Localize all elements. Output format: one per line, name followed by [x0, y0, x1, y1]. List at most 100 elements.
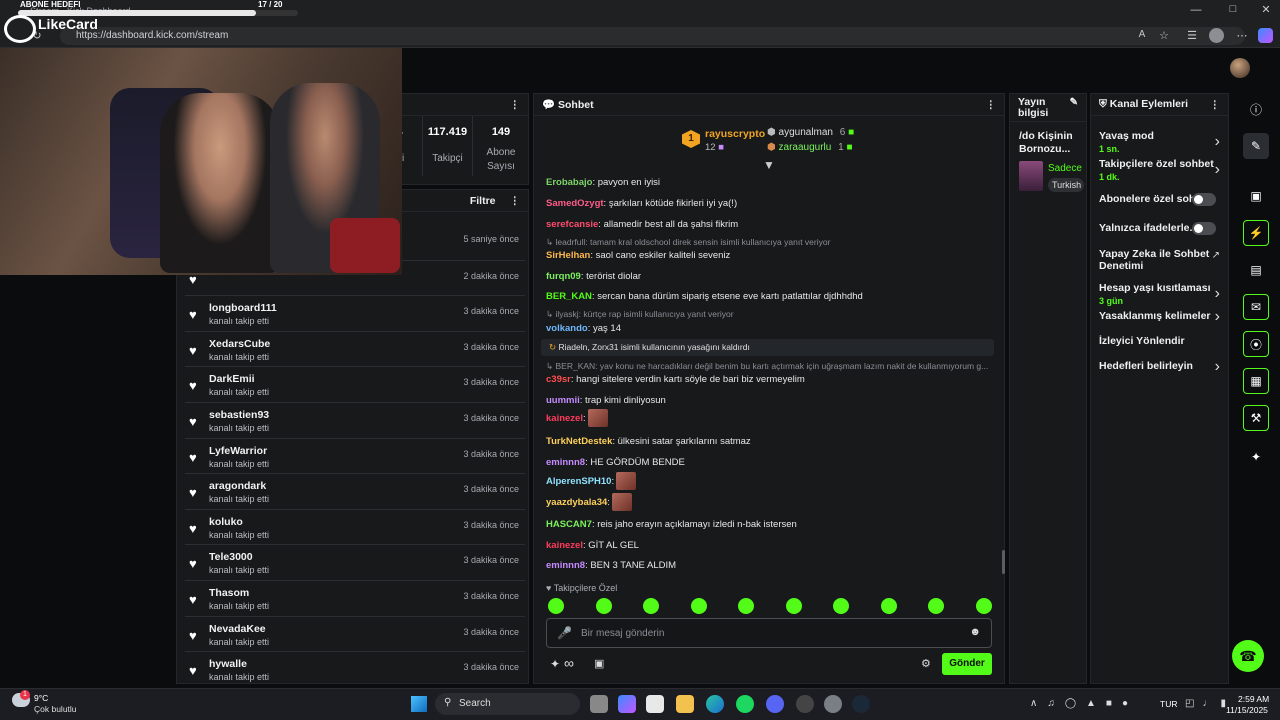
screenshot-icon[interactable]: ▣ [1243, 183, 1269, 209]
start-button[interactable] [411, 696, 427, 712]
follower-name[interactable]: hywalle [209, 658, 247, 670]
chevron-right-icon[interactable]: › [1215, 161, 1220, 179]
discord-icon[interactable] [766, 695, 784, 713]
activity-row[interactable]: ♥ Tele3000 kanalı takip etti 3 dakika önce [185, 544, 525, 580]
info-icon[interactable]: ⓘ [1243, 96, 1269, 122]
channel-actions-menu-icon[interactable]: ⋮ [1210, 99, 1221, 111]
wrench-icon[interactable]: ⚒ [1243, 405, 1269, 431]
chat-username[interactable]: kainezel [546, 540, 583, 551]
chat-username[interactable]: kainezel [546, 413, 583, 424]
spotify-icon[interactable] [736, 695, 754, 713]
quick-emote[interactable] [928, 598, 944, 614]
system-tray-icons[interactable]: ∧♫◯▲■● [1030, 698, 1138, 709]
top3-entry[interactable]: ⬢ zaraaugurlu 1 ■ [767, 142, 853, 153]
activity-row[interactable]: ♥ aragondark kanalı takip etti 3 dakika önc… [185, 473, 525, 509]
copilot-taskbar-icon[interactable] [618, 695, 636, 713]
leader-name[interactable]: rayuscrypto [705, 128, 765, 140]
chat-username[interactable]: furqn09 [546, 271, 581, 282]
quick-emote[interactable] [738, 598, 754, 614]
activity-row[interactable]: ♥ LyfeWarrior kanalı takip etti 3 dakika ön… [185, 437, 525, 474]
chevron-right-icon[interactable]: › [1215, 285, 1220, 303]
activity-row[interactable]: ♥ NevadaKee kanalı takip etti 3 dakika önce [185, 615, 525, 652]
chat-username[interactable]: volkando [546, 323, 588, 334]
edit-mode-icon[interactable]: ✎ [1243, 133, 1269, 159]
quick-emote[interactable] [548, 598, 564, 614]
quick-emote[interactable] [880, 598, 897, 614]
quick-emote[interactable] [690, 598, 707, 614]
settings-taskbar-icon[interactable] [824, 695, 842, 713]
follower-name[interactable]: koluko [209, 516, 243, 528]
read-aloud-icon[interactable]: A [1135, 29, 1149, 40]
channel-action-item[interactable]: Takipçilere özel sohbet 1 dk. [1099, 158, 1227, 182]
chat-toggle-icon[interactable]: ✉ [1243, 294, 1269, 320]
chat-username[interactable]: SirHelhan [546, 250, 590, 261]
activity-menu-icon[interactable]: ⋮ [510, 195, 521, 207]
chat-username[interactable]: TurkNetDestek [546, 436, 612, 447]
chat-username[interactable]: uummii [546, 395, 580, 406]
chat-username[interactable]: c39sr [546, 374, 571, 385]
favorites-list-icon[interactable]: ☰ [1185, 29, 1199, 42]
chat-message[interactable]: kainezel: [546, 409, 996, 429]
chat-message[interactable]: TurkNetDestek: ülkesini satar şarkıların… [546, 435, 996, 448]
window-close-button[interactable]: ✕ [1256, 3, 1276, 16]
follower-name[interactable]: Tele3000 [209, 551, 253, 563]
chat-username[interactable]: eminnn8 [546, 457, 585, 468]
chat-settings-icon[interactable]: ⚙ [921, 657, 931, 670]
channel-action-item[interactable]: Yapay Zeka ile Sohbet Denetimi [1099, 248, 1227, 272]
follower-name[interactable]: Thasom [209, 587, 249, 599]
steam-icon[interactable] [852, 695, 870, 713]
quick-emote[interactable] [785, 598, 802, 614]
follower-name[interactable]: sebastien93 [209, 409, 269, 421]
toggle-switch[interactable] [1192, 222, 1216, 235]
chat-message[interactable]: yaazdybala34: [546, 493, 996, 513]
send-button[interactable]: Gönder [942, 653, 992, 675]
chat-username[interactable]: serefcansie [546, 219, 598, 230]
quick-emote[interactable] [975, 598, 992, 614]
stats-menu-icon[interactable]: ⋮ [510, 99, 521, 111]
chat-message[interactable]: SirHelhan: saol cano eskiler kaliteli se… [546, 249, 996, 262]
chat-message[interactable]: serefcansie: allamedir best all da şahsi… [546, 218, 996, 231]
taskbar-search[interactable]: ⚲ Search [435, 693, 580, 715]
copilot-icon[interactable] [1258, 28, 1273, 43]
chat-username[interactable]: SamedOzygt [546, 198, 604, 209]
chat-message[interactable]: AlperenSPH10: [546, 472, 996, 492]
broadcast-icon[interactable]: ⦿ [1243, 331, 1269, 357]
toggle-switch[interactable] [1192, 193, 1216, 206]
activity-row[interactable]: ♥ XedarsCube kanalı takip etti 3 dakika önc… [185, 330, 525, 367]
follower-name[interactable]: aragondark [209, 480, 266, 492]
edit-pencil-icon[interactable]: ✎ [1070, 97, 1078, 108]
layout-icon[interactable]: ▦ [1243, 368, 1269, 394]
activity-row[interactable]: ♥ hywalle kanalı takip etti 3 dakika önce [185, 651, 525, 687]
notes-icon[interactable]: ▤ [1243, 257, 1269, 283]
quick-emote[interactable] [643, 598, 659, 614]
chat-message[interactable]: eminnn8: HE GÖRDÜM BENDE [546, 456, 996, 469]
follower-name[interactable]: longboard111 [209, 302, 277, 314]
favorite-star-icon[interactable]: ☆ [1157, 29, 1171, 42]
chat-message[interactable]: volkando: yaş 14 [546, 322, 996, 335]
chat-username[interactable]: AlperenSPH10 [546, 476, 611, 487]
chat-username[interactable]: BER_KAN [546, 291, 592, 302]
filter-button[interactable]: Filtre [470, 195, 496, 207]
chat-message[interactable]: eminnn8: BEN 3 TANE ALDIM [546, 559, 996, 572]
category-name[interactable]: Sadece [1048, 163, 1084, 174]
channel-action-item[interactable]: Hesap yaşı kısıtlaması 3 gün [1099, 282, 1227, 306]
quick-emote[interactable] [595, 598, 612, 614]
activity-row[interactable]: ♥ koluko kanalı takip etti 3 dakika önce [185, 508, 525, 545]
chat-message[interactable]: BER_KAN: sercan bana dürüm sipariş etsen… [546, 290, 996, 303]
flash-icon[interactable]: ⚡ [1243, 220, 1269, 246]
chat-username[interactable]: Erobabajo [546, 177, 592, 188]
edge-icon[interactable] [706, 695, 724, 713]
follower-name[interactable]: DarkEmii [209, 373, 255, 385]
external-link-icon[interactable]: ↗ [1212, 250, 1220, 261]
widgets-icon[interactable]: ✦ [1243, 444, 1269, 470]
chevron-right-icon[interactable]: › [1215, 133, 1220, 151]
window-maximize-button[interactable]: □ [1223, 3, 1243, 15]
follower-name[interactable]: XedarsCube [209, 338, 270, 350]
language-indicator[interactable]: TUR [1160, 699, 1177, 709]
chat-username[interactable]: HASCAN7 [546, 519, 592, 530]
chat-message[interactable]: c39sr: hangi sitelere verdin kartı söyle… [546, 373, 996, 386]
window-minimize-button[interactable]: — [1186, 4, 1206, 16]
emoji-picker-icon[interactable]: ☻ [969, 626, 981, 638]
chat-message[interactable]: HASCAN7: reis jaho erayın açıklamayı izl… [546, 518, 996, 531]
explorer-icon[interactable] [676, 695, 694, 713]
